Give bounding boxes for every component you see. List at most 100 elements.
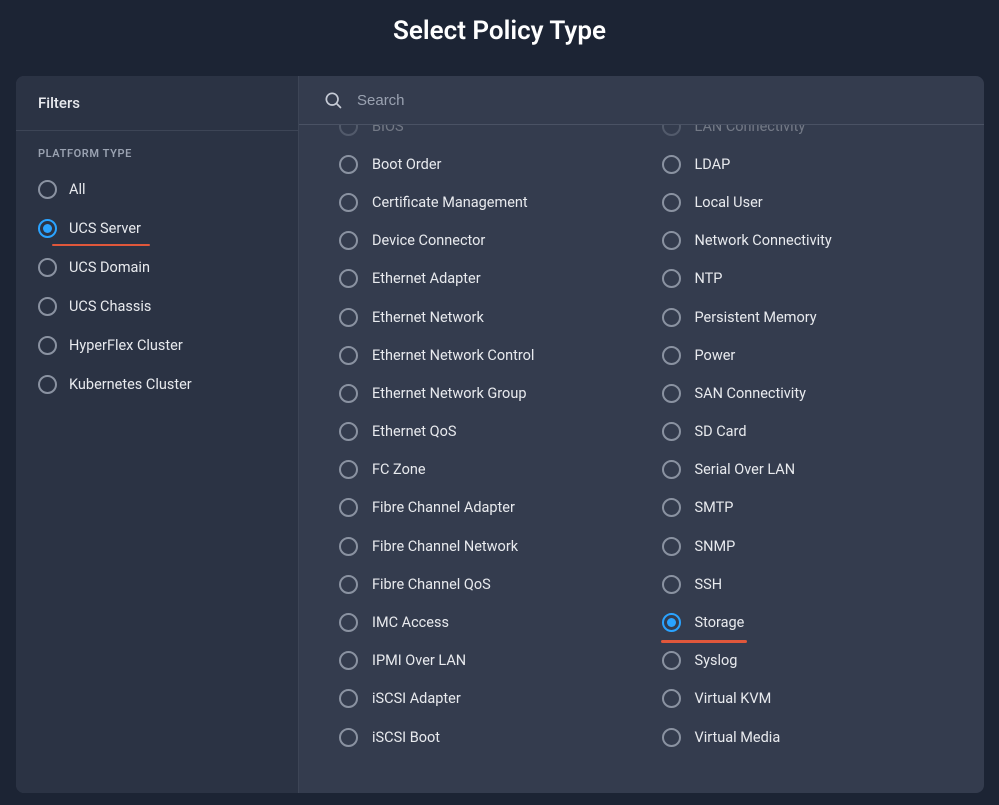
radio-icon <box>662 384 681 403</box>
policy-option-label: Virtual Media <box>695 729 781 746</box>
policy-option-lan-connectivity[interactable]: LAN Connectivity <box>646 125 961 145</box>
radio-icon <box>662 460 681 479</box>
policy-option-fibre-channel-network[interactable]: Fibre Channel Network <box>323 527 638 565</box>
policy-option-ipmi-over-lan[interactable]: IPMI Over LAN <box>323 642 638 680</box>
policy-option-power[interactable]: Power <box>646 336 961 374</box>
policy-option-iscsi-adapter[interactable]: iSCSI Adapter <box>323 680 638 718</box>
policy-option-fibre-channel-qos[interactable]: Fibre Channel QoS <box>323 565 638 603</box>
radio-icon <box>662 125 681 136</box>
radio-icon <box>339 125 358 136</box>
radio-icon <box>662 537 681 556</box>
platform-option-all[interactable]: All <box>16 170 298 209</box>
policy-option-ethernet-network-group[interactable]: Ethernet Network Group <box>323 374 638 412</box>
policy-option-smtp[interactable]: SMTP <box>646 489 961 527</box>
platform-option-label: UCS Domain <box>69 259 150 276</box>
radio-icon <box>339 384 358 403</box>
radio-icon <box>38 336 57 355</box>
radio-icon <box>662 728 681 747</box>
page-title: Select Policy Type <box>0 0 999 68</box>
policy-option-network-connectivity[interactable]: Network Connectivity <box>646 222 961 260</box>
policy-option-label: Fibre Channel Adapter <box>372 499 515 516</box>
radio-icon <box>662 308 681 327</box>
policy-column-1: LAN ConnectivityLDAPLocal User Network Co… <box>646 125 961 756</box>
highlight-underline <box>52 244 150 247</box>
policy-option-label: Persistent Memory <box>695 309 817 326</box>
policy-option-label: Fibre Channel Network <box>372 538 518 555</box>
filters-sidebar: Filters PLATFORM TYPE AllUCS ServerUCS D… <box>16 76 299 793</box>
policy-option-sd-card[interactable]: SD Card <box>646 413 961 451</box>
policy-option-ethernet-qos[interactable]: Ethernet QoS <box>323 413 638 451</box>
policy-option-label: NTP <box>695 270 723 287</box>
policy-option-label: Device Connector <box>372 232 485 249</box>
radio-icon <box>339 575 358 594</box>
policy-option-ethernet-network-control[interactable]: Ethernet Network Control <box>323 336 638 374</box>
policy-option-label: SMTP <box>695 499 734 516</box>
policy-option-persistent-memory[interactable]: Persistent Memory <box>646 298 961 336</box>
policy-option-ethernet-adapter[interactable]: Ethernet Adapter <box>323 260 638 298</box>
policy-option-ethernet-network[interactable]: Ethernet Network <box>323 298 638 336</box>
policy-option-label: Ethernet QoS <box>372 423 456 440</box>
policy-option-label: Fibre Channel QoS <box>372 576 491 593</box>
policy-option-label: IPMI Over LAN <box>372 652 466 669</box>
radio-icon <box>662 193 681 212</box>
radio-icon <box>38 375 57 394</box>
platform-option-hyperflex-cluster[interactable]: HyperFlex Cluster <box>16 326 298 365</box>
radio-icon <box>662 269 681 288</box>
policy-option-label: Power <box>695 347 736 364</box>
policy-option-storage[interactable]: Storage <box>646 603 961 641</box>
platform-option-label: UCS Chassis <box>69 298 151 315</box>
policy-option-ldap[interactable]: LDAP <box>646 145 961 183</box>
policy-list: BIOS Boot Order Certificate Management Devi… <box>299 125 984 793</box>
policy-option-snmp[interactable]: SNMP <box>646 527 961 565</box>
platform-option-label: All <box>69 181 86 198</box>
platform-option-ucs-server[interactable]: UCS Server <box>16 209 298 248</box>
radio-icon <box>339 728 358 747</box>
select-policy-panel: Filters PLATFORM TYPE AllUCS ServerUCS D… <box>16 76 984 793</box>
policy-option-iscsi-boot[interactable]: iSCSI Boot <box>323 718 638 756</box>
radio-icon <box>662 422 681 441</box>
radio-icon <box>339 269 358 288</box>
policy-option-certificate-management[interactable]: Certificate Management <box>323 183 638 221</box>
radio-icon <box>339 155 358 174</box>
policy-option-label: Network Connectivity <box>695 232 832 249</box>
radio-icon <box>339 651 358 670</box>
search-input[interactable] <box>357 92 960 109</box>
filters-header: Filters <box>16 76 298 131</box>
policy-option-label: Storage <box>695 614 745 631</box>
policy-option-syslog[interactable]: Syslog <box>646 642 961 680</box>
policy-option-ntp[interactable]: NTP <box>646 260 961 298</box>
policy-option-device-connector[interactable]: Device Connector <box>323 222 638 260</box>
policy-option-fc-zone[interactable]: FC Zone <box>323 451 638 489</box>
policy-column-0: BIOS Boot Order Certificate Management Devi… <box>323 125 638 756</box>
radio-icon <box>339 689 358 708</box>
policy-option-local-user[interactable]: Local User <box>646 183 961 221</box>
platform-option-ucs-chassis[interactable]: UCS Chassis <box>16 287 298 326</box>
policy-option-label: iSCSI Adapter <box>372 690 461 707</box>
radio-icon <box>662 155 681 174</box>
policy-option-label: FC Zone <box>372 461 426 478</box>
platform-option-kubernetes-cluster[interactable]: Kubernetes Cluster <box>16 365 298 404</box>
radio-icon <box>339 460 358 479</box>
policy-option-boot-order[interactable]: Boot Order <box>323 145 638 183</box>
radio-icon <box>339 193 358 212</box>
radio-icon <box>339 308 358 327</box>
radio-icon <box>662 613 681 632</box>
policy-option-serial-over-lan[interactable]: Serial Over LAN <box>646 451 961 489</box>
policy-option-imc-access[interactable]: IMC Access <box>323 603 638 641</box>
policy-option-virtual-kvm[interactable]: Virtual KVM <box>646 680 961 718</box>
radio-icon <box>339 231 358 250</box>
policy-option-bios[interactable]: BIOS <box>323 125 638 145</box>
policy-option-ssh[interactable]: SSH <box>646 565 961 603</box>
policy-option-virtual-media[interactable]: Virtual Media <box>646 718 961 756</box>
platform-type-options: All UCS Server UCS Domain UCS Chassis HyperF… <box>16 170 298 404</box>
policy-option-san-connectivity[interactable]: SAN Connectivity <box>646 374 961 412</box>
search-icon <box>323 90 343 110</box>
platform-option-label: HyperFlex Cluster <box>69 337 183 354</box>
platform-option-ucs-domain[interactable]: UCS Domain <box>16 248 298 287</box>
policy-option-label: BIOS <box>372 125 404 135</box>
policy-option-label: SSH <box>695 576 723 593</box>
policy-option-fibre-channel-adapter[interactable]: Fibre Channel Adapter <box>323 489 638 527</box>
radio-icon <box>38 297 57 316</box>
radio-icon <box>339 422 358 441</box>
policy-option-label: Certificate Management <box>372 194 528 211</box>
